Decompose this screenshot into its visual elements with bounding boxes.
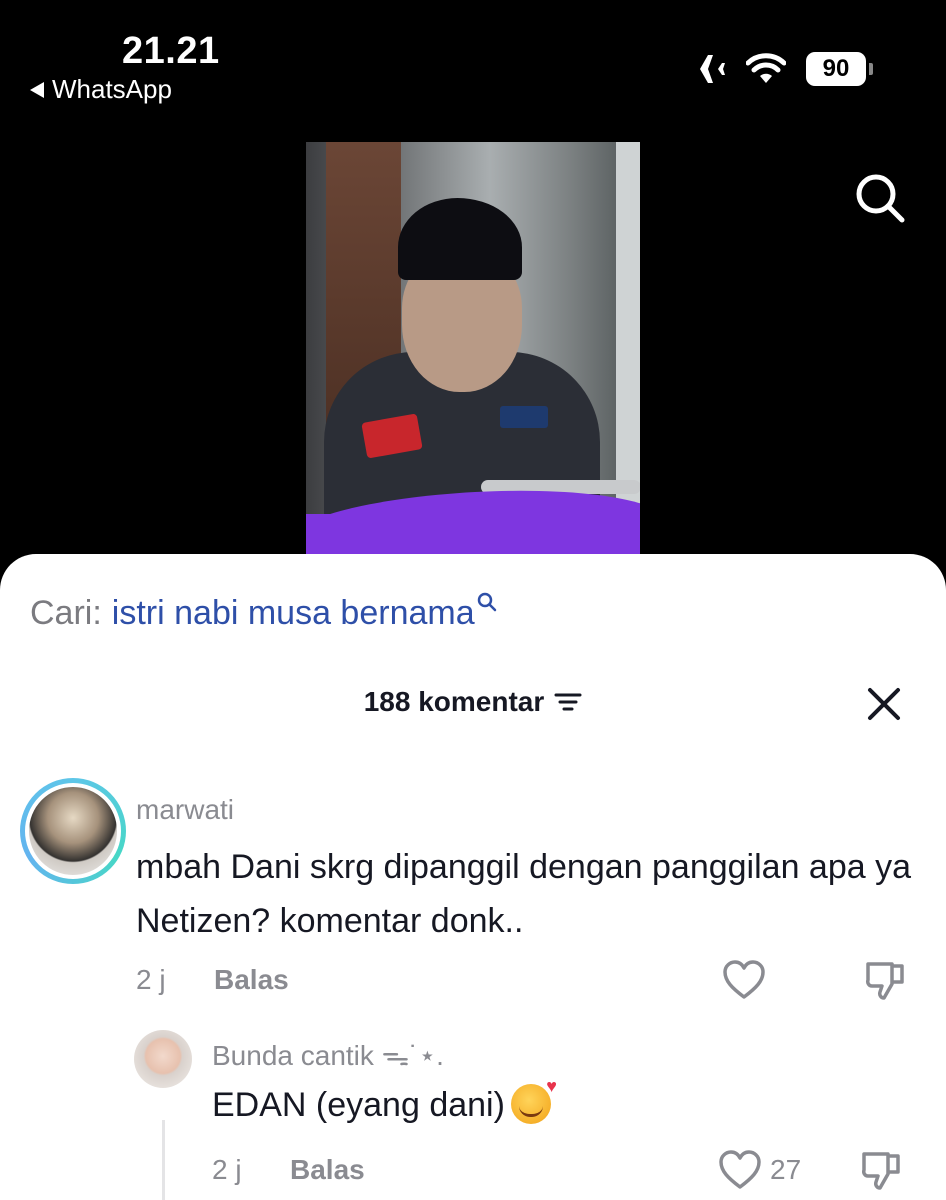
- close-icon: [868, 688, 900, 720]
- search-suggestion-label: Cari:: [30, 594, 102, 632]
- reply-button[interactable]: Balas: [214, 964, 289, 996]
- status-time: 21.21: [122, 30, 220, 72]
- airplane-icon: [688, 55, 725, 83]
- search-suggestion-query[interactable]: istri nabi musa bernama: [112, 594, 475, 633]
- wifi-icon: [746, 53, 786, 83]
- heart-icon: [723, 960, 765, 999]
- comments-header: 188 komentar: [0, 686, 946, 718]
- comment-timestamp: 2 j: [212, 1154, 242, 1185]
- search-suggestion[interactable]: Cari: istri nabi musa bernama: [30, 592, 497, 633]
- battery-level: 90: [822, 55, 850, 82]
- comment-text: EDAN (eyang dani): [212, 1076, 557, 1125]
- thread-line: [162, 1120, 165, 1200]
- status-icons: 90: [686, 52, 873, 86]
- heart-icon: [719, 1150, 761, 1189]
- comment-username[interactable]: marwati: [136, 794, 234, 826]
- comments-sheet: Cari: istri nabi musa bernama 188 koment…: [0, 554, 946, 1200]
- comment-text-body: EDAN (eyang dani): [212, 1086, 505, 1124]
- video-thumbnail[interactable]: [306, 142, 640, 554]
- sort-filter-icon[interactable]: [554, 691, 582, 713]
- smiling-face-with-hearts-icon: [510, 1076, 557, 1124]
- back-app-label: WhatsApp: [52, 74, 172, 104]
- thumbs-down-icon: [866, 962, 904, 1000]
- comment-username[interactable]: Bunda cantik ᯓ˙⋆.: [212, 1036, 444, 1074]
- search-icon: [477, 592, 496, 612]
- thumbs-down-icon: [862, 1152, 900, 1190]
- back-arrow-icon: [30, 81, 44, 98]
- dislike-button[interactable]: [860, 1150, 904, 1197]
- search-icon: [856, 174, 905, 223]
- reply-button[interactable]: Balas: [290, 1154, 365, 1186]
- dislike-button[interactable]: [864, 960, 908, 1007]
- comment-timestamp: 2 j: [136, 964, 166, 995]
- like-count: 27: [770, 1154, 802, 1185]
- like-button[interactable]: 27: [718, 1150, 801, 1190]
- comment-count: 188 komentar: [363, 686, 545, 717]
- back-to-app-link[interactable]: WhatsApp: [30, 74, 172, 105]
- avatar[interactable]: [20, 778, 126, 884]
- comment-text: mbah Dani skrg dipanggil dengan panggila…: [136, 848, 912, 940]
- like-button[interactable]: [722, 960, 766, 1005]
- avatar[interactable]: [134, 1030, 192, 1088]
- battery-icon: 90: [806, 52, 873, 86]
- search-button[interactable]: [854, 172, 906, 229]
- close-button[interactable]: [866, 686, 902, 722]
